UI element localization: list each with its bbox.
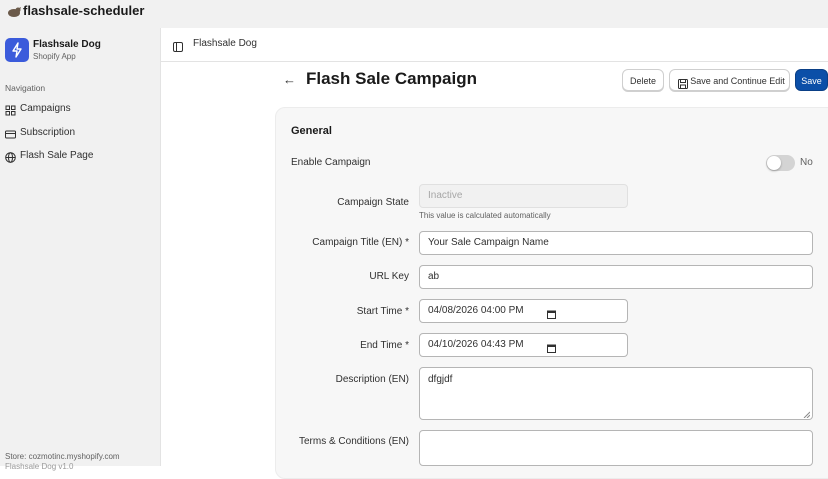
sidebar-item-campaigns[interactable]: Campaigns xyxy=(0,99,160,119)
start-time-input[interactable]: 04/08/2026 04:00 PM xyxy=(419,299,628,323)
delete-button[interactable]: Delete xyxy=(622,69,664,91)
store-label: Store: cozmotinc.myshopify.com xyxy=(5,452,120,461)
url-key-label: URL Key xyxy=(369,271,409,282)
calendar-icon[interactable] xyxy=(547,306,556,319)
lightning-icon xyxy=(5,38,29,62)
save-continue-button[interactable]: Save and Continue Edit xyxy=(669,69,790,91)
window-title: flashsale-scheduler xyxy=(23,3,145,18)
sidebar-item-label: Subscription xyxy=(20,127,76,138)
enable-campaign-toggle[interactable] xyxy=(766,155,795,171)
save-disk-icon xyxy=(678,75,688,97)
grid-icon xyxy=(5,103,16,116)
terms-textarea[interactable] xyxy=(419,430,813,466)
store-sub-label: Flashsale Dog v1.0 xyxy=(5,462,74,471)
end-time-input[interactable]: 04/10/2026 04:43 PM xyxy=(419,333,628,357)
save-button[interactable]: Save xyxy=(795,69,828,91)
page-title: Flash Sale Campaign xyxy=(306,69,477,88)
terms-label: Terms & Conditions (EN) xyxy=(298,436,409,447)
calendar-icon[interactable] xyxy=(547,340,556,353)
app-subtitle: Shopify App xyxy=(33,52,76,61)
url-key-input[interactable]: ab xyxy=(419,265,813,289)
header-app-label: Flashsale Dog xyxy=(193,38,257,49)
sidebar-item-label: Campaigns xyxy=(20,103,71,114)
resize-handle-icon[interactable] xyxy=(803,410,811,419)
credit-card-icon xyxy=(5,127,16,139)
campaign-state-field: Inactive xyxy=(419,184,628,208)
description-textarea[interactable]: dfgjdf xyxy=(419,367,813,420)
sidebar-item-label: Flash Sale Page xyxy=(20,150,94,161)
app-header: Flashsale Dog xyxy=(161,28,828,62)
sidebar-item-flash-sale-page[interactable]: Flash Sale Page xyxy=(0,146,160,166)
sidebar-toggle-icon[interactable] xyxy=(173,39,183,57)
nav-heading: Navigation xyxy=(5,83,46,93)
campaign-state-help: This value is calculated automatically xyxy=(419,211,551,220)
description-value: dfgjdf xyxy=(428,374,453,385)
campaign-title-input[interactable]: Your Sale Campaign Name xyxy=(419,231,813,255)
toggle-knob xyxy=(767,156,781,170)
sidebar-item-subscription[interactable]: Subscription xyxy=(0,123,160,143)
back-arrow-icon[interactable]: ← xyxy=(283,72,296,87)
description-label: Description (EN) xyxy=(335,374,409,385)
globe-icon xyxy=(5,150,16,163)
window-titlebar: flashsale-scheduler xyxy=(0,0,828,28)
app-logo-icon xyxy=(7,6,21,21)
end-time-label: End Time * xyxy=(360,340,409,351)
campaign-title-label: Campaign Title (EN) * xyxy=(312,237,409,248)
campaign-state-label: Campaign State xyxy=(337,197,409,208)
sidebar: Flashsale Dog Shopify App Navigation Cam… xyxy=(0,28,161,471)
section-title: General xyxy=(291,125,332,137)
enable-campaign-value: No xyxy=(800,157,813,168)
start-time-label: Start Time * xyxy=(356,306,409,317)
app-name: Flashsale Dog xyxy=(33,39,101,50)
start-time-value: 04/08/2026 04:00 PM xyxy=(428,305,524,316)
enable-campaign-label: Enable Campaign xyxy=(291,157,371,168)
end-time-value: 04/10/2026 04:43 PM xyxy=(428,339,524,350)
save-continue-label: Save and Continue Edit xyxy=(690,76,785,86)
